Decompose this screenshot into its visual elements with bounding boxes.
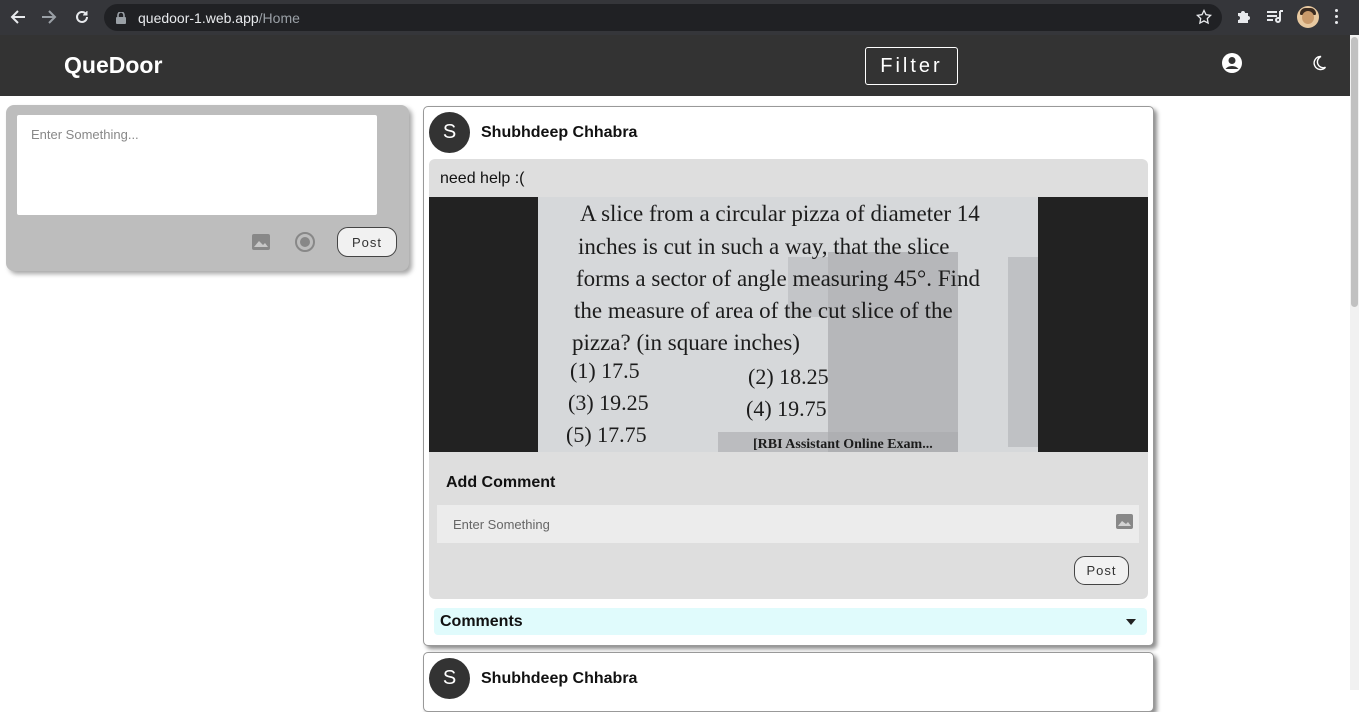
question-line: inches is cut in such a way, that the sl… xyxy=(578,234,950,259)
author-avatar[interactable]: S xyxy=(429,112,470,153)
reading-list-icon[interactable] xyxy=(1266,9,1284,30)
forward-arrow-icon[interactable] xyxy=(38,7,60,27)
extensions-puzzle-icon[interactable] xyxy=(1235,8,1252,30)
answer-option: (1) 17.5 xyxy=(570,358,640,383)
browser-menu-icon[interactable] xyxy=(1335,9,1339,27)
bookmark-star-icon[interactable] xyxy=(1195,8,1213,30)
answer-option: (5) 17.75 xyxy=(566,422,647,447)
post-body: need help :( A slice from a circular piz… xyxy=(429,159,1148,599)
author-name[interactable]: Shubhdeep Chhabra xyxy=(481,124,637,142)
post-comment-button[interactable]: Post xyxy=(1074,556,1129,585)
filter-button[interactable]: Filter xyxy=(865,47,958,85)
profile-avatar-icon[interactable] xyxy=(1297,6,1319,28)
back-arrow-icon[interactable] xyxy=(7,7,29,27)
app-header: QueDoor Filter xyxy=(0,35,1359,96)
question-composer: Post xyxy=(6,105,409,271)
page-scrollbar[interactable] xyxy=(1350,35,1359,690)
url-text: quedoor-1.web.app/Home xyxy=(138,10,300,26)
question-line: the measure of area of the cut slice of … xyxy=(574,298,953,323)
account-circle-icon[interactable] xyxy=(1221,52,1243,79)
url-path: /Home xyxy=(258,10,300,26)
image-upload-icon[interactable] xyxy=(251,233,271,256)
question-line: A slice from a circular pizza of diamete… xyxy=(580,201,980,226)
lock-icon xyxy=(116,11,126,29)
post-question-button[interactable]: Post xyxy=(337,227,397,257)
record-icon[interactable] xyxy=(294,231,316,258)
post-image[interactable]: A slice from a circular pizza of diamete… xyxy=(429,197,1148,452)
post-card: S Shubhdeep Chhabra xyxy=(423,652,1154,712)
url-host: quedoor-1.web.app xyxy=(138,10,259,26)
scrollbar-thumb[interactable] xyxy=(1351,37,1358,307)
address-bar[interactable]: quedoor-1.web.app/Home xyxy=(104,4,1222,31)
author-avatar[interactable]: S xyxy=(429,658,470,699)
post-card: S Shubhdeep Chhabra need help :( A slice… xyxy=(423,106,1154,646)
answer-option: (3) 19.25 xyxy=(568,390,649,415)
comments-label: Comments xyxy=(440,613,523,630)
brand-logo[interactable]: QueDoor xyxy=(64,52,162,79)
chevron-down-icon xyxy=(1126,619,1136,625)
dark-mode-moon-icon[interactable] xyxy=(1311,55,1327,76)
answer-option: (4) 19.75 xyxy=(746,396,827,421)
question-photo: A slice from a circular pizza of diamete… xyxy=(538,197,1038,452)
question-source: [RBI Assistant Online Exam... xyxy=(753,437,933,452)
post-text: need help :( xyxy=(440,170,525,187)
question-line: forms a sector of angle measuring 45°. F… xyxy=(576,266,980,291)
question-line: pizza? (in square inches) xyxy=(572,330,800,355)
author-name[interactable]: Shubhdeep Chhabra xyxy=(481,670,637,688)
browser-toolbar: quedoor-1.web.app/Home xyxy=(0,0,1359,35)
comments-toggle[interactable]: Comments xyxy=(434,608,1147,635)
question-input[interactable] xyxy=(17,115,377,215)
comment-input[interactable] xyxy=(437,505,1139,543)
reload-icon[interactable] xyxy=(71,7,93,27)
comment-image-icon[interactable] xyxy=(1115,513,1134,535)
answer-option: (2) 18.25 xyxy=(748,364,829,389)
add-comment-title: Add Comment xyxy=(446,474,556,491)
